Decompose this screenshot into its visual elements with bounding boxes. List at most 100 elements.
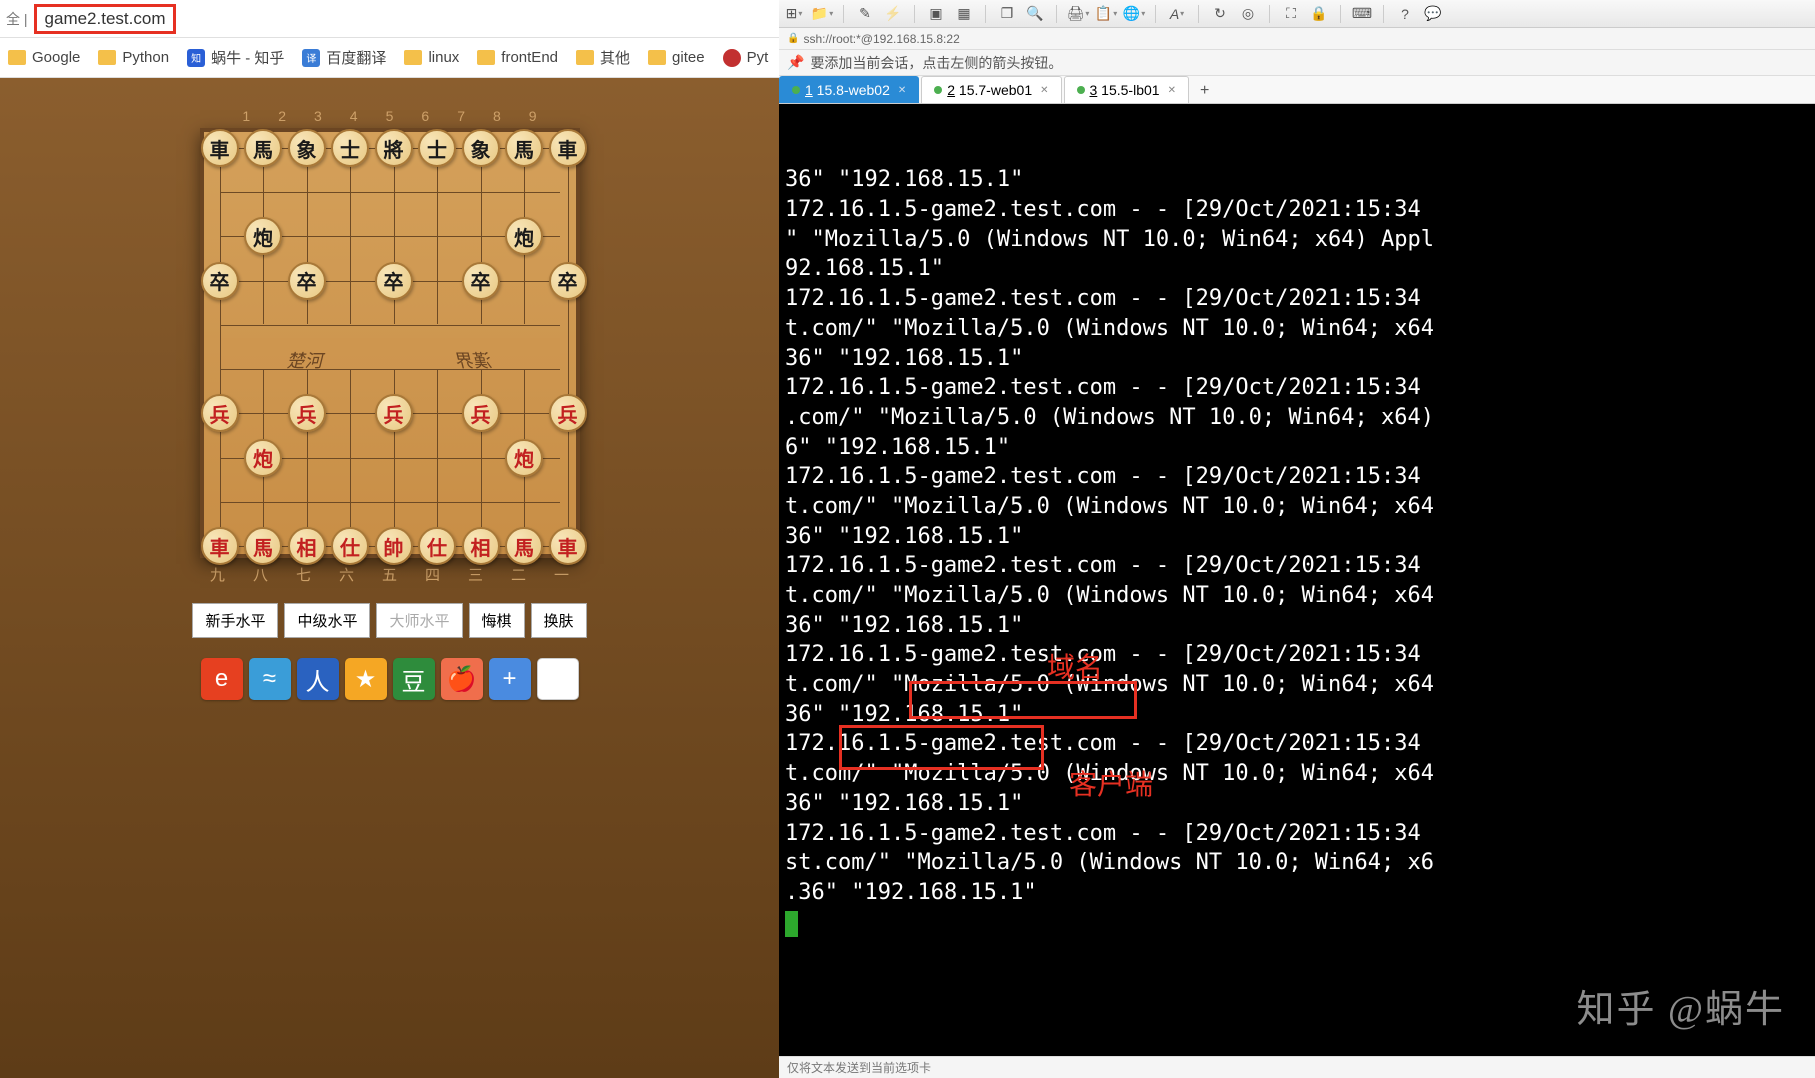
chess-piece[interactable]: 相 [462,527,500,565]
search-icon[interactable]: 🔍 [1026,5,1044,23]
bookmark-item[interactable]: 其他 [576,47,630,68]
copy-icon[interactable]: ❐ [998,5,1016,23]
chess-piece[interactable]: 卒 [288,262,326,300]
bookmark-item[interactable]: Pyt [723,49,769,67]
chess-piece[interactable]: 車 [549,527,587,565]
chess-piece[interactable]: 車 [201,129,239,167]
keyboard-icon[interactable]: ⌨ [1353,5,1371,23]
log-line: t.com/" "Mozilla/5.0 (Windows NT 10.0; W… [785,581,1809,611]
chess-piece[interactable]: 卒 [462,262,500,300]
chess-piece[interactable]: 兵 [375,394,413,432]
share-icon[interactable]: ★ [345,658,387,700]
lock-icon[interactable]: 🔒 [1310,5,1328,23]
fullscreen-icon[interactable]: ⛶ [1282,5,1300,23]
chess-piece[interactable]: 卒 [201,262,239,300]
share-row: e≈人★豆🍎+ [201,658,579,700]
font-icon[interactable]: A [1168,5,1186,23]
clipboard-icon[interactable]: 📋 [1097,5,1115,23]
session-tab[interactable]: 1 15.8-web02✕ [779,76,919,103]
chess-piece[interactable]: 馬 [505,129,543,167]
chess-piece[interactable]: 士 [331,129,369,167]
pin-icon[interactable]: 📌 [787,54,804,71]
chess-piece[interactable]: 象 [288,129,326,167]
chess-piece[interactable]: 馬 [244,527,282,565]
share-icon[interactable]: ≈ [249,658,291,700]
chess-piece[interactable]: 仕 [331,527,369,565]
print-icon[interactable]: 🖨 [1069,5,1087,23]
add-tab-button[interactable]: + [1191,79,1218,103]
url-text[interactable]: game2.test.com [34,4,177,34]
target-icon[interactable]: ◎ [1239,5,1257,23]
chess-piece[interactable]: 馬 [244,129,282,167]
bookmark-item[interactable]: gitee [648,49,705,66]
chess-piece[interactable]: 象 [462,129,500,167]
status-dot-icon [934,86,942,94]
chess-piece[interactable]: 兵 [462,394,500,432]
bookmark-item[interactable]: Python [98,49,169,66]
share-icon[interactable] [537,658,579,700]
river-row: 楚河 漢界 [220,338,560,382]
browser-window: 全 | game2.test.com GooglePython知蜗牛 - 知乎译… [0,0,779,1078]
session-tab[interactable]: 2 15.7-web01✕ [921,76,1061,103]
log-line: 172.16.1.5-game2.test.com - - [29/Oct/20… [785,373,1809,403]
share-icon[interactable]: e [201,658,243,700]
log-line: 172.16.1.5-game2.test.com - - [29/Oct/20… [785,640,1809,670]
log-line: 36" "192.168.15.1" [785,522,1809,552]
chess-piece[interactable]: 仕 [418,527,456,565]
chess-piece[interactable]: 士 [418,129,456,167]
bookmark-item[interactable]: 译百度翻译 [302,47,386,68]
share-icon[interactable]: 豆 [393,658,435,700]
chess-piece[interactable]: 帥 [375,527,413,565]
bookmark-item[interactable]: frontEnd [477,49,558,66]
skin-button[interactable]: 换肤 [531,603,587,638]
status-bar: 仅将文本发送到当前选项卡 [779,1056,1815,1078]
window-icon[interactable]: ▣ [927,5,945,23]
chess-piece[interactable]: 卒 [549,262,587,300]
chess-piece[interactable]: 炮 [244,439,282,477]
chess-piece[interactable]: 兵 [288,394,326,432]
grid-icon[interactable]: ▦ [955,5,973,23]
log-line: 36" "192.168.15.1" [785,700,1809,730]
bookmark-item[interactable]: linux [404,49,459,66]
help-icon[interactable]: ? [1396,5,1414,23]
globe-icon[interactable]: 🌐 [1125,5,1143,23]
bookmark-item[interactable]: 知蜗牛 - 知乎 [187,47,284,68]
share-icon[interactable]: 人 [297,658,339,700]
chess-piece[interactable]: 馬 [505,527,543,565]
status-text: 仅将文本发送到当前选项卡 [787,1059,931,1076]
chess-piece[interactable]: 車 [201,527,239,565]
chess-piece[interactable]: 車 [549,129,587,167]
edit-icon[interactable]: ✎ [856,5,874,23]
chat-icon[interactable]: 💬 [1424,5,1442,23]
annotation-label: 域名 [1047,650,1103,688]
wand-icon[interactable]: ⚡ [884,5,902,23]
log-line: 36" "192.168.15.1" [785,344,1809,374]
close-icon[interactable]: ✕ [1040,85,1048,96]
session-tab[interactable]: 3 15.5-lb01✕ [1064,76,1189,103]
bookmark-item[interactable]: Google [8,49,80,66]
chess-piece[interactable]: 炮 [505,439,543,477]
status-dot-icon [1077,86,1085,94]
novice-button[interactable]: 新手水平 [192,603,278,638]
close-icon[interactable]: ✕ [898,85,906,96]
refresh-icon[interactable]: ↻ [1211,5,1229,23]
share-icon[interactable]: 🍎 [441,658,483,700]
log-line: t.com/" "Mozilla/5.0 (Windows NT 10.0; W… [785,492,1809,522]
open-folder-icon[interactable]: 📁 [813,5,831,23]
terminal-output[interactable]: 36" "192.168.15.1"172.16.1.5-game2.test.… [779,104,1815,1056]
chess-piece[interactable]: 將 [375,129,413,167]
share-icon[interactable]: + [489,658,531,700]
undo-button[interactable]: 悔棋 [469,603,525,638]
intermediate-button[interactable]: 中级水平 [284,603,370,638]
game-controls: 新手水平 中级水平 大师水平 悔棋 换肤 [192,603,586,638]
log-line: 36" "192.168.15.1" [785,789,1809,819]
chess-piece[interactable]: 兵 [201,394,239,432]
chess-piece[interactable]: 相 [288,527,326,565]
chess-board[interactable]: 楚河 漢界 車馬象士將士象馬車炮炮卒卒卒卒卒兵兵兵兵兵炮炮車馬相仕帥仕相馬車 [200,128,580,558]
chess-piece[interactable]: 兵 [549,394,587,432]
master-button[interactable]: 大师水平 [376,603,462,638]
chess-piece[interactable]: 卒 [375,262,413,300]
log-line: 172.16.1.5-game2.test.com - - [29/Oct/20… [785,729,1809,759]
new-session-icon[interactable]: ⊞ [785,5,803,23]
close-icon[interactable]: ✕ [1168,85,1176,96]
